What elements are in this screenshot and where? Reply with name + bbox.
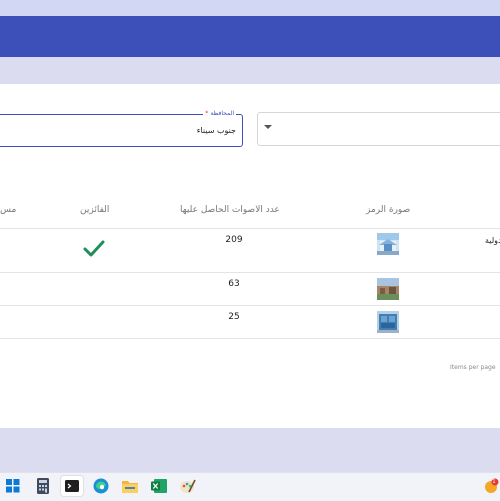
votes-count: 209 bbox=[225, 235, 243, 245]
folder-icon[interactable] bbox=[122, 479, 138, 493]
taskbar-paint[interactable] bbox=[177, 476, 199, 496]
governorate-label: المحافظة * bbox=[203, 109, 236, 119]
column-header-symbol-image[interactable]: صورة الرمز bbox=[366, 205, 410, 215]
taskbar-calculator[interactable] bbox=[32, 476, 54, 496]
app-header bbox=[0, 16, 500, 57]
column-header-votes[interactable]: عدد الاصوات الحاصل عليها bbox=[180, 205, 280, 215]
column-header-cut[interactable]: مس bbox=[0, 205, 16, 215]
taskbar-terminal[interactable] bbox=[61, 476, 83, 496]
symbol-thumbnail bbox=[377, 233, 399, 255]
governorate-value: جنوب سيناء bbox=[196, 126, 236, 135]
windows-start-icon[interactable] bbox=[6, 479, 20, 493]
symbol-thumbnail bbox=[377, 311, 399, 333]
paint-icon[interactable] bbox=[180, 478, 196, 494]
browser-top-strip bbox=[0, 0, 500, 16]
items-per-page-label: Items per page bbox=[450, 364, 496, 371]
table-header-divider bbox=[0, 228, 500, 229]
dropdown-arrow-icon[interactable] bbox=[264, 125, 272, 129]
page-background-bottom bbox=[0, 428, 500, 472]
taskbar-edge[interactable] bbox=[90, 476, 112, 496]
taskbar-excel[interactable] bbox=[148, 476, 170, 496]
row-divider bbox=[0, 272, 500, 273]
sub-header-bar bbox=[0, 57, 500, 84]
governorate-field[interactable]: المحافظة * جنوب سيناء bbox=[0, 109, 243, 147]
votes-count: 63 bbox=[228, 279, 240, 289]
winner-check-icon bbox=[83, 240, 105, 257]
edge-browser-icon[interactable] bbox=[93, 478, 109, 494]
symbol-thumbnail bbox=[377, 278, 399, 300]
column-header-winners[interactable]: الفائزين bbox=[80, 205, 109, 215]
taskbar-file-explorer[interactable] bbox=[119, 476, 141, 496]
row-divider bbox=[0, 305, 500, 306]
filter-dropdown[interactable] bbox=[257, 112, 500, 146]
votes-count: 25 bbox=[228, 312, 240, 322]
start-button[interactable] bbox=[2, 476, 24, 496]
calculator-icon[interactable] bbox=[37, 478, 49, 494]
excel-icon[interactable] bbox=[151, 478, 167, 494]
notification-count: 1 bbox=[492, 479, 496, 485]
candidate-name: دولية bbox=[485, 236, 500, 245]
row-divider bbox=[0, 338, 500, 339]
terminal-icon[interactable] bbox=[65, 480, 79, 492]
